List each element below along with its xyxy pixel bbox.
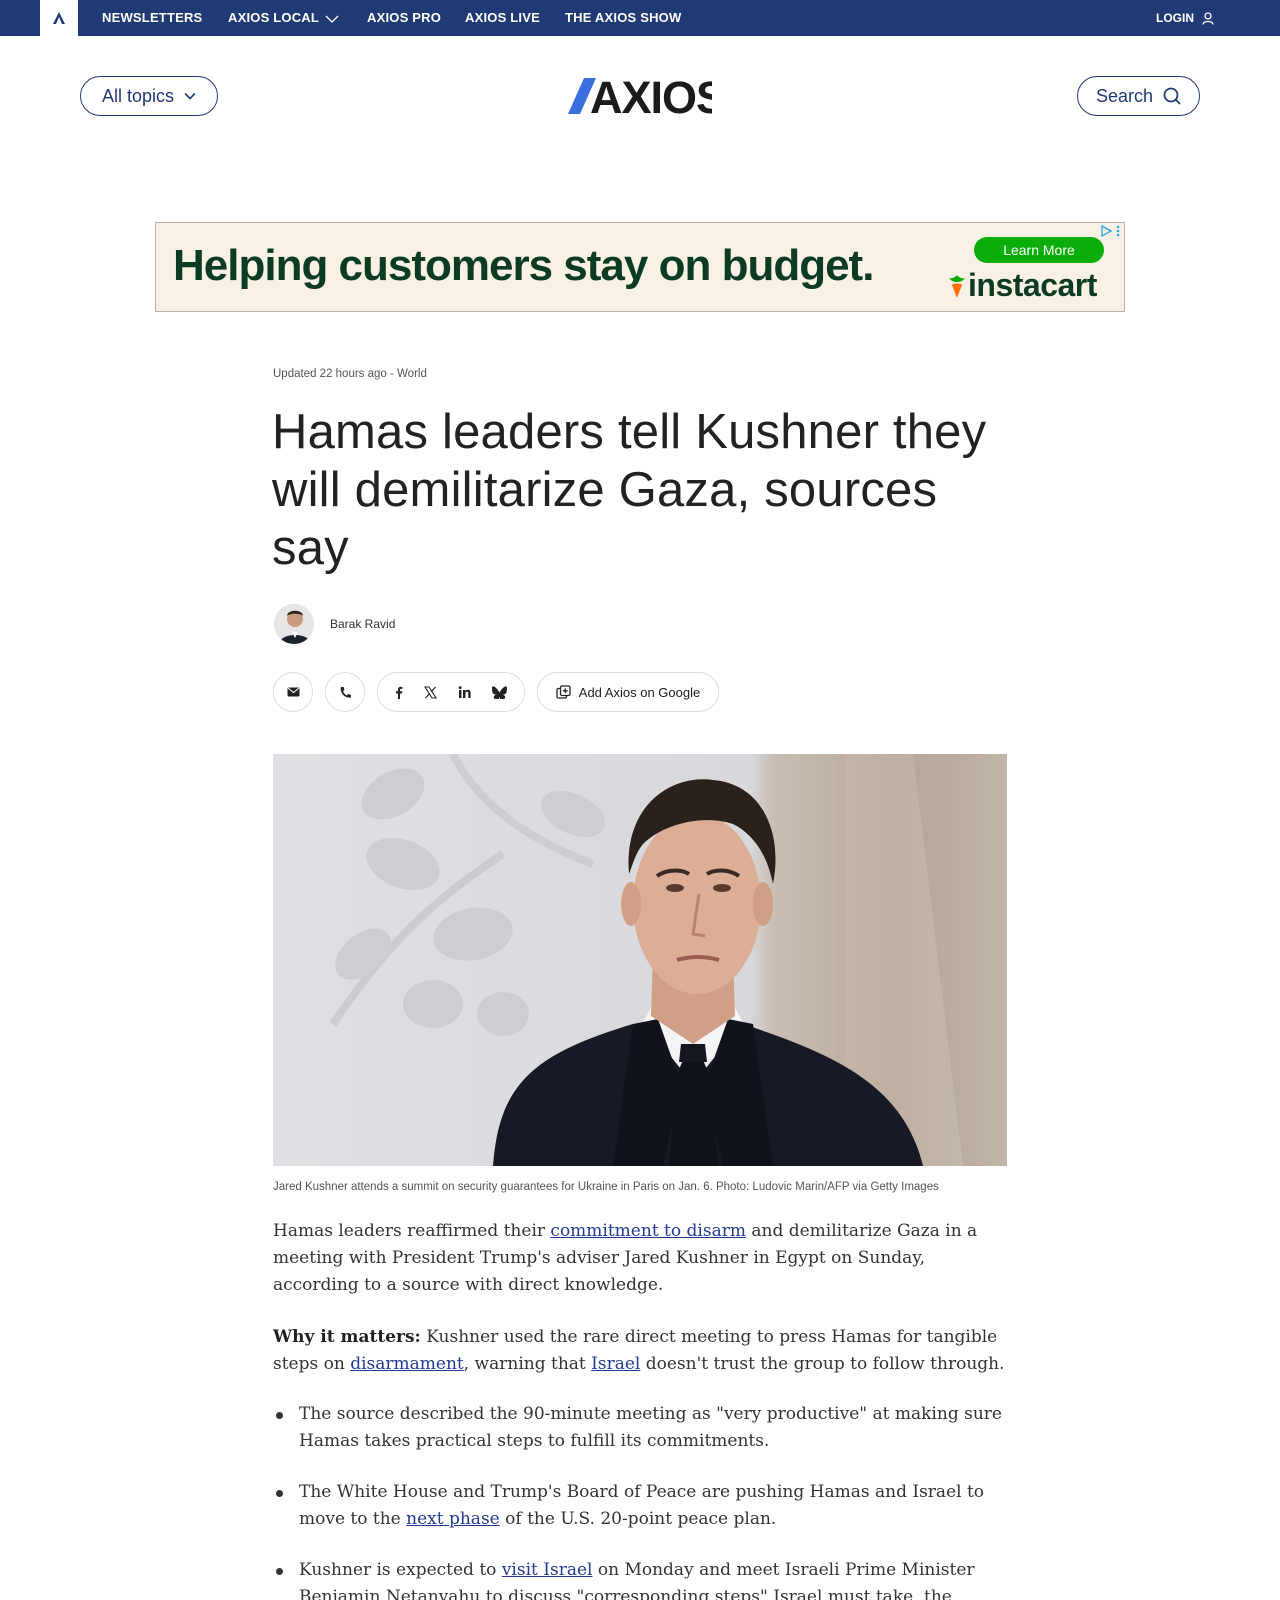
ad-learn-more-button[interactable]: Learn More [974, 237, 1104, 263]
nav-axios-live[interactable]: AXIOS LIVE [465, 0, 540, 36]
carrot-icon [949, 274, 965, 298]
bullet-3-text-a: Kushner is expected to [299, 1560, 502, 1580]
ad-brand: instacart [946, 267, 1097, 304]
nav-axios-local-label: AXIOS LOCAL [228, 10, 320, 25]
axios-mark-icon [53, 12, 65, 24]
axios-logo[interactable]: AXIOS [568, 76, 712, 116]
linkedin-icon[interactable] [458, 686, 471, 698]
phone-icon [340, 686, 351, 698]
search-button[interactable]: Search [1077, 76, 1200, 116]
bullet-dot [276, 1490, 283, 1497]
axios-home-logo[interactable] [40, 0, 78, 36]
link-next-phase[interactable]: next phase [406, 1509, 500, 1529]
top-nav: NEWSLETTERS AXIOS LOCAL AXIOS PRO AXIOS … [0, 0, 1280, 36]
chevron-down-icon [325, 15, 339, 23]
list-item: The White House and Trump's Board of Pea… [273, 1479, 1013, 1533]
email-share-button[interactable] [273, 672, 313, 712]
user-icon [1202, 11, 1214, 25]
nav-axios-pro[interactable]: AXIOS PRO [367, 0, 441, 36]
add-axios-google-button[interactable]: Add Axios on Google [537, 672, 719, 712]
bluesky-icon[interactable] [492, 685, 508, 699]
all-topics-button[interactable]: All topics [80, 76, 218, 116]
all-topics-label: All topics [101, 85, 175, 106]
more-vertical-icon [1116, 225, 1120, 237]
image-caption: Jared Kushner attends a summit on securi… [273, 1181, 939, 1193]
add-axios-google-label: Add Axios on Google [578, 684, 701, 700]
email-icon [287, 687, 299, 697]
why-it-matters-lead: Why it matters: [273, 1327, 421, 1347]
ad-choices[interactable] [1100, 225, 1120, 237]
brand-text: AXIOS [590, 76, 712, 116]
article-hero-image [273, 754, 1007, 1166]
ad-banner[interactable]: Helping customers stay on budget. Learn … [155, 222, 1125, 312]
chevron-down-icon [184, 92, 196, 100]
link-disarmament[interactable]: disarmament [350, 1354, 464, 1374]
article-headline: Hamas leaders tell Kushner they will dem… [272, 405, 987, 575]
link-visit-israel[interactable]: visit Israel [502, 1560, 593, 1580]
search-label: Search [1095, 85, 1154, 106]
login-link[interactable]: LOGIN [1156, 0, 1214, 36]
nav-axios-local[interactable]: AXIOS LOCAL [228, 0, 339, 36]
ad-brand-name: instacart [968, 267, 1097, 303]
avatar [274, 604, 314, 644]
paragraph-2-text-c: doesn't trust the group to follow throug… [640, 1354, 1005, 1374]
link-israel[interactable]: Israel [591, 1354, 640, 1374]
phone-share-button[interactable] [325, 672, 365, 712]
bullet-2-text-b: of the U.S. 20-point peace plan. [499, 1509, 777, 1529]
social-share-group [377, 672, 525, 712]
bullet-dot [276, 1568, 283, 1575]
list-item: Kushner is expected to visit Israel on M… [273, 1557, 1013, 1600]
paragraph-1: Hamas leaders reaffirmed their commitmen… [273, 1218, 1013, 1299]
paragraph-2-text-b: , warning that [463, 1354, 592, 1374]
ad-headline: Helping customers stay on budget. [173, 241, 874, 290]
facebook-icon[interactable] [395, 686, 403, 699]
nav-axios-show[interactable]: THE AXIOS SHOW [565, 0, 681, 36]
bullet-1-text: The source described the 90-minute meeti… [299, 1404, 1002, 1451]
login-label: LOGIN [1156, 11, 1194, 25]
article-meta: Updated 22 hours ago - World [273, 368, 427, 380]
ad-choices-icon [1101, 225, 1112, 237]
paragraph-1-text-a: Hamas leaders reaffirmed their [273, 1221, 551, 1241]
author-name[interactable]: Barak Ravid [330, 617, 395, 631]
x-icon[interactable] [423, 685, 437, 699]
bullet-dot [276, 1412, 283, 1419]
paragraph-why-it-matters: Why it matters: Kushner used the rare di… [273, 1324, 1013, 1378]
nav-newsletters[interactable]: NEWSLETTERS [102, 0, 202, 36]
author-byline[interactable]: Barak Ravid [274, 604, 395, 644]
search-icon [1163, 87, 1181, 105]
link-commitment-to-disarm[interactable]: commitment to disarm [550, 1221, 746, 1241]
add-source-icon [556, 684, 571, 699]
list-item: The source described the 90-minute meeti… [273, 1401, 1013, 1455]
